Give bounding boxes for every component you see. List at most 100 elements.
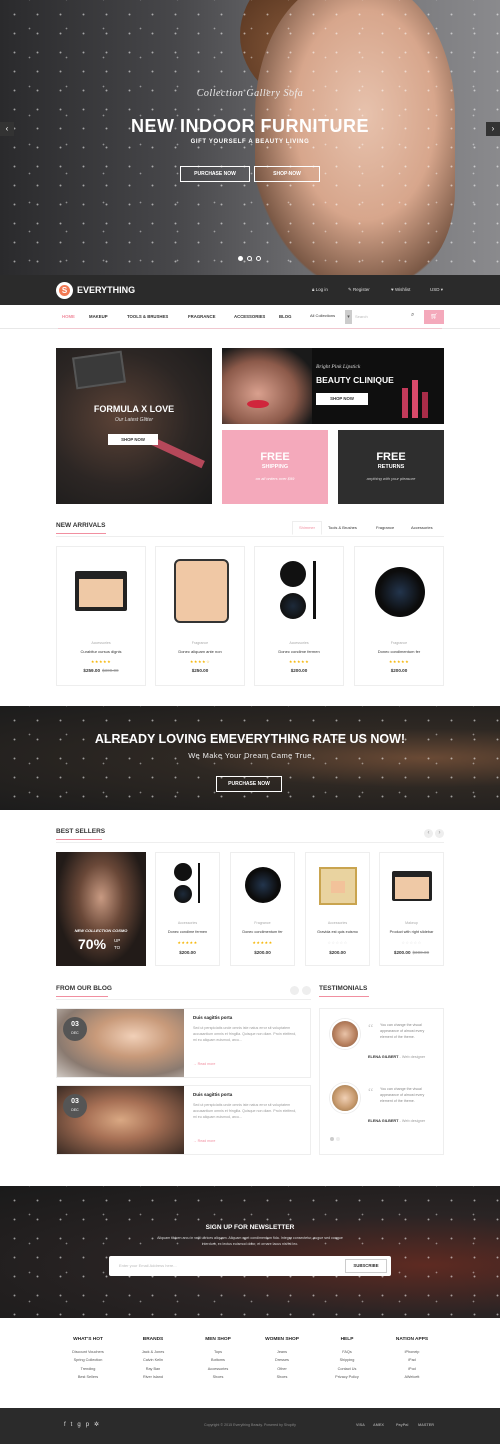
tab-tools-brushes[interactable]: Tools & Brushes xyxy=(328,525,357,530)
search-input[interactable]: Search xyxy=(355,314,368,319)
footer-link[interactable]: Other xyxy=(247,1365,317,1373)
product-card[interactable]: Fragrance Donec condimentum fer ★★★★★ $2… xyxy=(230,852,295,966)
footer-link[interactable]: Dresses xyxy=(247,1356,317,1364)
rate-banner-button[interactable]: PURCHASE NOW xyxy=(216,776,282,792)
newsletter-email-input[interactable]: Enter your Email Address here... xyxy=(119,1263,177,1268)
footer-link[interactable]: Jack & Jones xyxy=(118,1348,188,1356)
slider-dots[interactable] xyxy=(238,256,262,261)
footer-link[interactable]: FAQs xyxy=(312,1348,382,1356)
tab-accessories[interactable]: Accessories xyxy=(411,525,433,530)
blog-prev-icon[interactable] xyxy=(290,986,299,995)
footer-link[interactable]: Tops xyxy=(183,1348,253,1356)
footer-link[interactable]: River Island xyxy=(118,1373,188,1381)
product-rating: ★★★★★ xyxy=(177,940,198,945)
currency-select[interactable]: USD ▾ xyxy=(430,287,443,293)
promo-lipstick-banner[interactable]: Bright Pink Lipstick BEAUTY CLINIQUE SHO… xyxy=(222,348,444,424)
free-returns-tile[interactable]: FREE RETURNS anything with your pleasure xyxy=(338,430,444,504)
product-name[interactable]: Donec condimentum fer xyxy=(355,649,443,654)
footer-link[interactable]: iPhoneip xyxy=(377,1348,447,1356)
product-card[interactable]: Fragrance Donec condimentum fer ★★★★★ $2… xyxy=(354,546,444,686)
blog-post[interactable]: 03 DEC Duis sagittis porta Sed ut perspi… xyxy=(56,1008,311,1078)
logo-icon[interactable]: S xyxy=(56,282,73,299)
footer-col-nation-apps: NATION APPS iPhoneip iPad iPod AWelcett xyxy=(377,1337,447,1382)
footer-link[interactable]: Calvin Kelin xyxy=(118,1356,188,1364)
testimonial-dot[interactable] xyxy=(330,1137,334,1141)
collections-select[interactable]: All Collections xyxy=(310,313,335,318)
blog-next-icon[interactable] xyxy=(302,986,311,995)
footer-link[interactable]: Shoes xyxy=(183,1373,253,1381)
slider-dot-active[interactable] xyxy=(238,256,243,261)
hero-shop-button[interactable]: SHOP NOW xyxy=(254,166,320,182)
hero-next-icon[interactable]: › xyxy=(486,122,500,136)
blog-post-title[interactable]: Duis sagittis porta xyxy=(193,1015,232,1020)
footer-link[interactable]: iPod xyxy=(377,1365,447,1373)
product-name[interactable]: Donec condimentum fer xyxy=(231,930,294,934)
footer-link[interactable]: iPad xyxy=(377,1356,447,1364)
product-name[interactable]: Donec condime fermen xyxy=(156,930,219,934)
tab-fragrance[interactable]: Fragrance xyxy=(376,525,394,530)
nav-accessories[interactable]: ACCESSORIES xyxy=(234,314,265,319)
collections-chevron-icon[interactable]: ▾ xyxy=(345,310,352,324)
footer-link[interactable]: Shipping xyxy=(312,1356,382,1364)
product-name[interactable]: Donec aliquam ante non xyxy=(156,649,244,654)
subscribe-button[interactable]: SUBSCRIBE xyxy=(345,1259,387,1273)
payment-master-icon: MASTER xyxy=(418,1423,435,1427)
nav-tools-brushes[interactable]: TOOLS & BRUSHES xyxy=(127,314,168,319)
product-category: Fragrance xyxy=(254,921,271,925)
footer-link[interactable]: Spring Collection xyxy=(53,1356,123,1364)
footer-link[interactable]: Jeans xyxy=(247,1348,317,1356)
wishlist-link[interactable]: ♥ Wishlist xyxy=(391,287,410,292)
testimonial-dot[interactable] xyxy=(336,1137,340,1141)
product-name[interactable]: Gravida est quis euismo xyxy=(306,930,369,934)
nav-makeup[interactable]: MAKEUP xyxy=(89,314,108,319)
footer-link[interactable]: Discount Vouchers xyxy=(53,1348,123,1356)
product-card[interactable]: Accessories Donec condime fermen ★★★★★ $… xyxy=(155,852,220,966)
blog-post-title[interactable]: Duis sagittis porta xyxy=(193,1092,232,1097)
nav-home[interactable]: HOME xyxy=(62,314,75,319)
tab-shimmer[interactable]: Shimmer xyxy=(292,521,322,535)
blog-read-more[interactable]: → Read more xyxy=(193,1062,215,1066)
product-card[interactable]: Accessories Gravida est quis euismo ☆☆☆☆… xyxy=(305,852,370,966)
product-name[interactable]: Donec condime fermen xyxy=(255,649,343,654)
product-card[interactable]: Accessories Donec condime fermen ★★★★★ $… xyxy=(254,546,344,686)
search-icon[interactable]: ⌕ xyxy=(411,312,414,319)
footer-link[interactable]: Privacy Policy xyxy=(312,1373,382,1381)
slider-dot[interactable] xyxy=(247,256,252,261)
footer-link[interactable]: Accessories xyxy=(183,1365,253,1373)
footer-link[interactable]: Contact Us xyxy=(312,1365,382,1373)
slider-dot[interactable] xyxy=(256,256,261,261)
login-link[interactable]: 🔒︎ Log in xyxy=(312,287,328,292)
blog-post[interactable]: 03 DEC Duis sagittis porta Sed ut perspi… xyxy=(56,1085,311,1155)
product-image xyxy=(319,867,357,905)
promo-formula-banner[interactable]: FORMULA X LOVE Our Latest Glitter SHOP N… xyxy=(56,348,212,504)
brand-name[interactable]: EVERYTHING xyxy=(77,285,135,295)
blog-read-more[interactable]: → Read more xyxy=(193,1139,215,1143)
hero-prev-icon[interactable]: ‹ xyxy=(0,122,14,136)
footer-link[interactable]: Shoes xyxy=(247,1373,317,1381)
best-next-icon[interactable]: › xyxy=(435,829,444,838)
section-divider xyxy=(56,536,444,537)
footer-col-brands: BRANDS Jack & Jones Calvin Kelin Ray Ban… xyxy=(118,1337,188,1382)
promo-lipstick-button[interactable]: SHOP NOW xyxy=(316,393,368,405)
footer-link[interactable]: Ray Ban xyxy=(118,1365,188,1373)
product-name[interactable]: Curabitur cursus dignis xyxy=(57,649,145,654)
register-link[interactable]: ✎ Register xyxy=(348,287,370,293)
product-card[interactable]: Makeup Product with right slidebar ☆☆☆☆☆… xyxy=(379,852,444,966)
nav-blog[interactable]: BLOG xyxy=(279,314,291,319)
footer-link[interactable]: Trending xyxy=(53,1365,123,1373)
blog-date-badge: 03 DEC xyxy=(63,1094,87,1118)
nav-fragrance[interactable]: FRAGRANCE xyxy=(188,314,215,319)
product-card[interactable]: Accessories Curabitur cursus dignis ★★★★… xyxy=(56,546,146,686)
product-name[interactable]: Product with right slidebar xyxy=(380,930,443,934)
footer-link[interactable]: Best Sellers xyxy=(53,1373,123,1381)
product-card[interactable]: Fragrance Donec aliquam ante non ★★★★☆ $… xyxy=(155,546,245,686)
best-prev-icon[interactable]: ‹ xyxy=(424,829,433,838)
hero-subheading: GIFT YOURSELF A BEAUTY LIVING xyxy=(190,139,310,145)
footer-link[interactable]: Bottoms xyxy=(183,1356,253,1364)
best-seller-promo[interactable]: NEW COLLECTION COSMO 70% UP TO xyxy=(56,852,146,966)
free-shipping-tile[interactable]: FREE SHIPPING on all orders over $99 xyxy=(222,430,328,504)
footer-link[interactable]: AWelcett xyxy=(377,1373,447,1381)
promo-formula-button[interactable]: SHOP NOW xyxy=(108,434,158,445)
hero-purchase-button[interactable]: PURCHASE NOW xyxy=(180,166,250,182)
cart-icon[interactable]: 🛒︎ xyxy=(424,310,444,324)
